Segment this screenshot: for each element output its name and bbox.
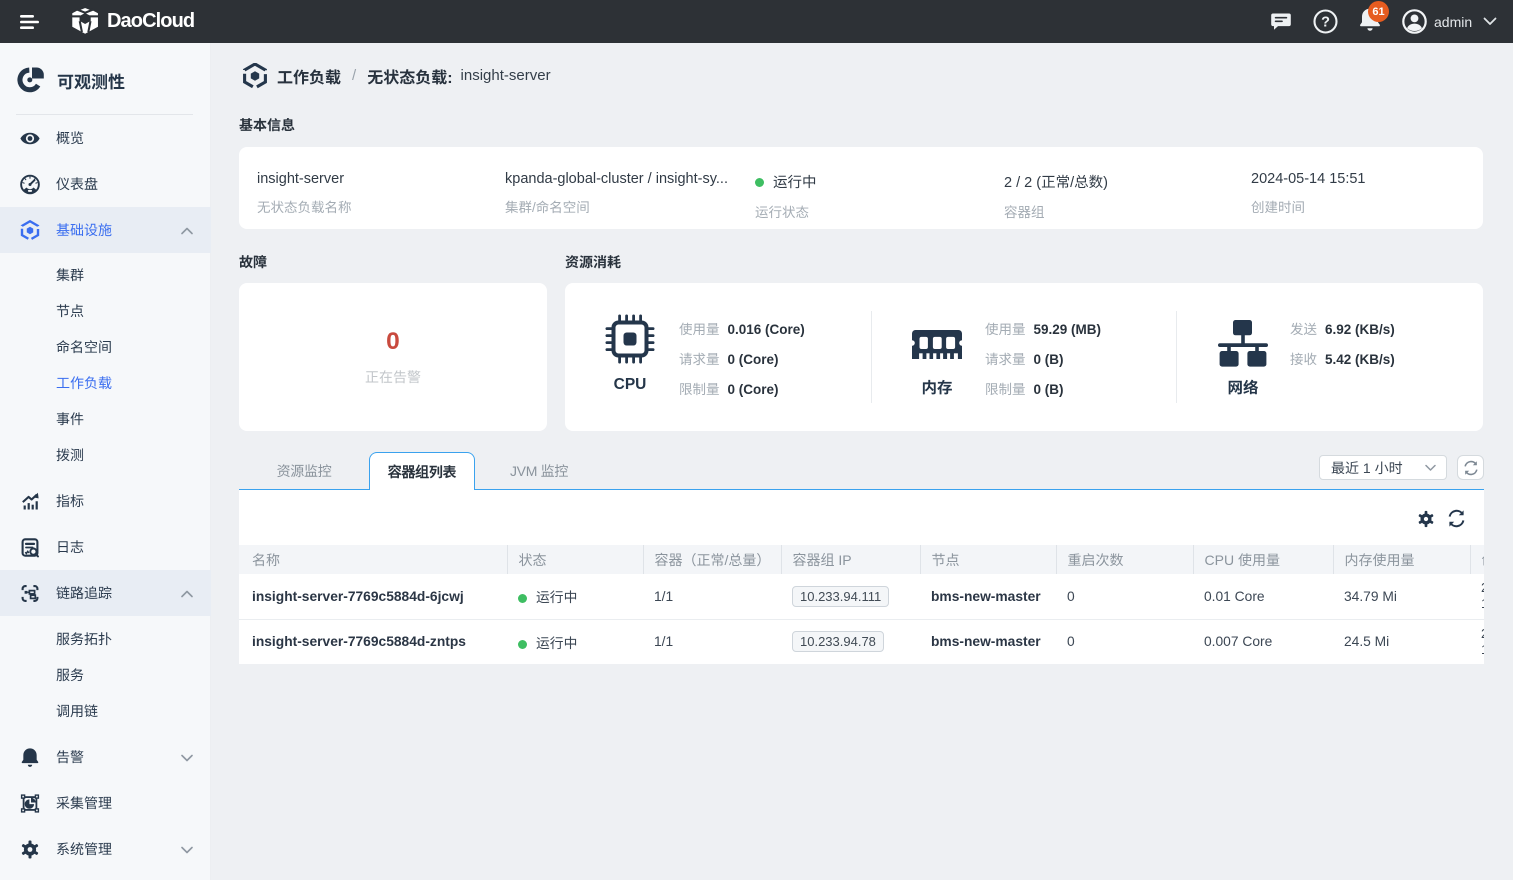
svg-text:?: ? <box>1321 15 1330 31</box>
